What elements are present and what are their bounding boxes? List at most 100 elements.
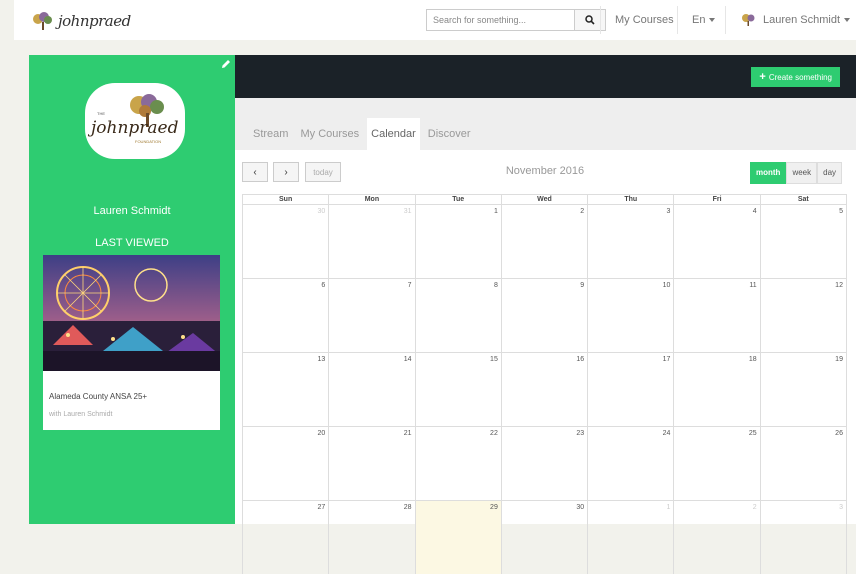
calendar-day-cell[interactable]: 3 [761, 501, 846, 574]
day-number: 12 [835, 282, 843, 289]
profile-logo: THE johnpraed FOUNDATION [85, 83, 185, 159]
sidebar: THE johnpraed FOUNDATION Lauren Schmidt … [29, 55, 235, 524]
day-number: 23 [576, 430, 585, 437]
language-dropdown[interactable]: En [692, 0, 716, 40]
calendar-day-cell[interactable]: 1 [588, 501, 675, 574]
calendar-day-cell[interactable]: 14 [329, 353, 416, 426]
calendar-day-cell[interactable]: 30 [243, 205, 330, 278]
nav-divider [677, 6, 678, 34]
calendar-day-cell[interactable]: 24 [588, 427, 675, 500]
view-month-button[interactable]: month [750, 162, 787, 184]
calendar-day-cell[interactable]: 2 [502, 205, 589, 278]
calendar-day-cell[interactable]: 13 [243, 353, 330, 426]
day-number: 16 [576, 356, 585, 363]
calendar-day-cell[interactable]: 15 [416, 353, 502, 426]
calendar-day-cell[interactable]: 2 [674, 501, 761, 574]
day-number: 13 [317, 356, 326, 363]
calendar-day-cell[interactable]: 26 [761, 427, 846, 500]
last-viewed-heading: LAST VIEWED [95, 237, 169, 249]
calendar-day-cell[interactable]: 21 [329, 427, 416, 500]
calendar-day-cell[interactable]: 27 [243, 501, 330, 574]
day-number: 31 [403, 208, 412, 215]
calendar-day-cell[interactable]: 8 [416, 279, 502, 352]
calendar-day-cell-today[interactable]: 29 [415, 501, 502, 574]
calendar-day-cell[interactable]: 1 [416, 205, 502, 278]
logo-prefix: THE [97, 111, 105, 116]
calendar-day-cell[interactable]: 17 [588, 353, 675, 426]
create-something-button[interactable]: + Create something [751, 67, 840, 87]
calendar-day-cell[interactable]: 7 [329, 279, 416, 352]
day-number: 3 [666, 208, 671, 215]
month-grid: Sun Mon Tue Wed Thu Fri Sat 30 31 1 2 3 4 5 6 7 8… [242, 194, 847, 574]
tab-my-courses[interactable]: My Courses [296, 118, 363, 150]
calendar-day-cell[interactable]: 5 [761, 205, 846, 278]
prev-month-button[interactable]: ‹ [242, 162, 268, 182]
calendar-day-cell[interactable]: 31 [329, 205, 416, 278]
calendar-day-cell[interactable]: 4 [674, 205, 761, 278]
calendar-day-cell[interactable]: 28 [329, 501, 416, 574]
calendar-day-cell[interactable]: 12 [761, 279, 846, 352]
calendar-day-cell[interactable]: 22 [416, 427, 502, 500]
carnival-thumbnail [43, 255, 220, 371]
calendar-day-cell[interactable]: 16 [502, 353, 589, 426]
tab-stream[interactable]: Stream [249, 118, 292, 150]
pencil-icon[interactable] [221, 59, 231, 69]
view-day-button[interactable]: day [817, 162, 843, 184]
tab-discover[interactable]: Discover [424, 118, 475, 150]
calendar-week-row: 20 21 22 23 24 25 26 [242, 426, 847, 500]
language-label: En [692, 14, 706, 26]
profile-name: Lauren Schmidt [93, 205, 171, 217]
main-header: + Create something [235, 55, 856, 98]
calendar-day-cell[interactable]: 3 [588, 205, 675, 278]
day-number: 2 [752, 504, 757, 511]
day-number: 9 [580, 282, 585, 289]
weekday-label: Wed [502, 195, 589, 204]
foundation-logo-icon: THE johnpraed FOUNDATION [87, 94, 179, 144]
calendar-week-row: 30 31 1 2 3 4 5 [242, 204, 847, 278]
tab-calendar[interactable]: Calendar [367, 118, 420, 150]
calendar-day-cell[interactable]: 9 [502, 279, 589, 352]
today-button[interactable]: today [305, 162, 341, 182]
calendar-day-cell[interactable]: 25 [674, 427, 761, 500]
logo-script: johnpraed [87, 118, 179, 138]
day-number: 29 [490, 504, 498, 511]
card-title: Alameda County ANSA 25+ [49, 392, 148, 401]
tab-bar: Stream My Courses Calendar Discover [249, 118, 479, 150]
day-number: 8 [493, 282, 498, 289]
card-subtitle: with Lauren Schmidt [49, 411, 113, 418]
day-number: 21 [403, 430, 412, 437]
brand-logo[interactable]: johnpraed [32, 8, 131, 34]
calendar-day-cell[interactable]: 30 [502, 501, 589, 574]
day-number: 4 [752, 208, 757, 215]
nav-my-courses[interactable]: My Courses [615, 0, 674, 40]
search-button[interactable] [574, 9, 606, 31]
view-week-button[interactable]: week [786, 162, 818, 184]
calendar-day-cell[interactable]: 6 [243, 279, 330, 352]
search-input[interactable] [426, 9, 574, 31]
user-menu[interactable]: Lauren Schmidt [738, 0, 851, 40]
logo-caption: FOUNDATION [135, 139, 161, 144]
calendar-day-cell[interactable]: 20 [243, 427, 330, 500]
day-number: 30 [576, 504, 585, 511]
caret-down-icon [709, 18, 716, 23]
day-number: 30 [317, 208, 326, 215]
calendar-day-cell[interactable]: 10 [588, 279, 675, 352]
day-number: 27 [317, 504, 326, 511]
calendar-day-cell[interactable]: 23 [502, 427, 589, 500]
day-number: 3 [839, 504, 843, 511]
next-month-button[interactable]: › [273, 162, 299, 182]
day-number: 1 [666, 504, 671, 511]
nav-divider [725, 6, 726, 34]
last-viewed-card[interactable]: Alameda County ANSA 25+ with Lauren Schm… [43, 255, 220, 430]
day-number: 15 [490, 356, 498, 363]
calendar-day-cell[interactable]: 18 [674, 353, 761, 426]
day-number: 2 [580, 208, 585, 215]
user-menu-name: Lauren Schmidt [763, 14, 841, 26]
day-number: 7 [407, 282, 412, 289]
calendar-day-cell[interactable]: 11 [674, 279, 761, 352]
calendar-panel: ‹ › today November 2016 month week day S… [235, 150, 856, 574]
calendar-day-cell[interactable]: 19 [761, 353, 846, 426]
day-number: 25 [748, 430, 757, 437]
weekday-label: Mon [329, 195, 416, 204]
day-number: 20 [317, 430, 326, 437]
